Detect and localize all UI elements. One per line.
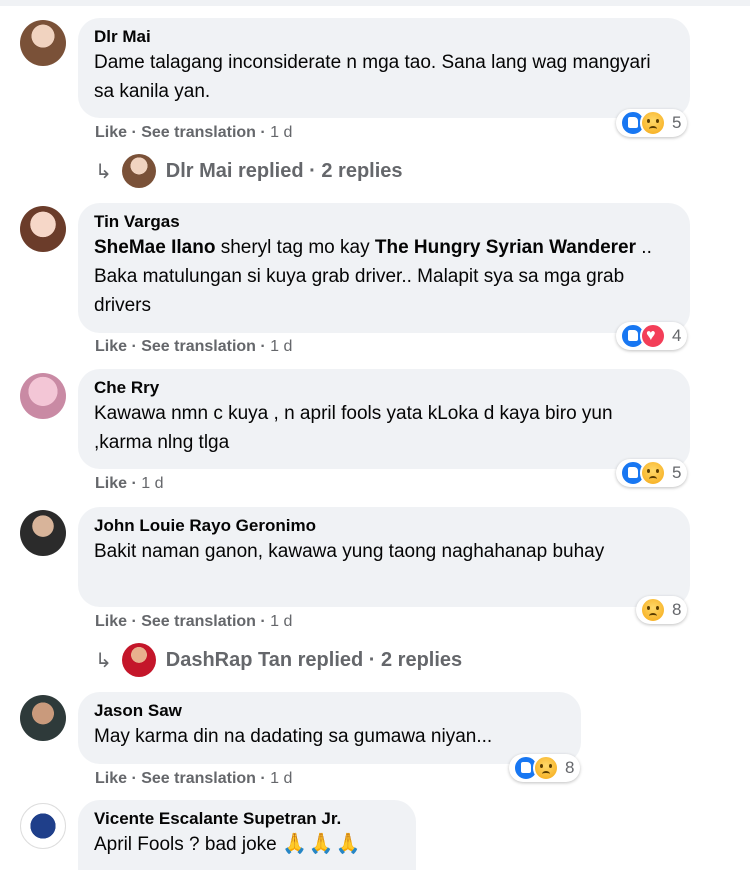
comment-bubble: Che Rry Kawawa nmn c kuya , n april fool… [78, 369, 690, 469]
comment-author[interactable]: Che Rry [94, 377, 674, 399]
comment-author[interactable]: Vicente Escalante Supetran Jr. [94, 808, 400, 830]
comment-author[interactable]: John Louie Rayo Geronimo [94, 515, 674, 537]
like-link[interactable]: Like [95, 613, 127, 630]
praying-hands-emoji: 🙏🙏🙏 [282, 833, 363, 855]
reaction-count: 8 [565, 758, 575, 777]
reply-avatar [121, 643, 156, 677]
like-link[interactable]: Like [95, 338, 127, 355]
avatar[interactable] [20, 206, 66, 252]
comment-bubble: Vicente Escalante Supetran Jr. April Foo… [78, 800, 416, 870]
comment-text: May karma din na dadating sa gumawa niya… [94, 726, 493, 747]
reaction-summary[interactable]: 5 [616, 109, 688, 137]
comment-author[interactable]: Jason Saw [94, 700, 565, 722]
comment-bubble: Dlr Mai Dame talagang inconsiderate n mg… [78, 18, 690, 118]
avatar[interactable] [20, 20, 66, 66]
sad-reaction-icon [640, 110, 666, 136]
sad-reaction-icon [640, 460, 666, 486]
comment-actions: Like · See translation · 1 d [95, 613, 293, 630]
like-link[interactable]: Like [95, 770, 127, 787]
reaction-summary[interactable]: 5 [616, 459, 688, 487]
comment-time[interactable]: 1 d [141, 475, 163, 492]
reaction-count: 4 [672, 326, 682, 345]
reaction-summary[interactable]: 8 [509, 754, 581, 782]
top-divider [0, 0, 750, 6]
avatar[interactable] [20, 510, 66, 556]
view-replies-link[interactable]: ↳ Dlr Mai replied · 2 replies [95, 154, 403, 188]
comment-time[interactable]: 1 d [270, 124, 292, 141]
see-translation-link[interactable]: See translation [141, 124, 256, 141]
sad-reaction-icon [533, 755, 559, 781]
comment-bubble: Jason Saw May karma din na dadating sa g… [78, 692, 581, 764]
avatar[interactable] [20, 373, 66, 419]
reaction-count: 8 [672, 600, 682, 619]
replies-label: DashRap Tan replied · 2 replies [165, 648, 463, 671]
avatar[interactable] [20, 803, 66, 849]
love-reaction-icon [640, 323, 666, 349]
reaction-summary[interactable]: 4 [616, 322, 688, 350]
comment-actions: Like · See translation · 1 d [95, 770, 293, 787]
comment-time[interactable]: 1 d [270, 338, 292, 355]
view-replies-link[interactable]: ↳ DashRap Tan replied · 2 replies [95, 643, 462, 677]
comment-text: Kawawa nmn c kuya , n april fools yata k… [94, 403, 613, 453]
mention-link[interactable]: The Hungry Syrian Wanderer [375, 237, 636, 258]
reply-avatar [121, 154, 156, 188]
comment-actions: Like · 1 d [95, 475, 164, 492]
comment-text: SheMae Ilano sheryl tag mo kay The Hungr… [94, 237, 652, 316]
comment-text: Bakit naman ganon, kawawa yung taong nag… [94, 541, 605, 562]
reply-arrow-icon: ↳ [95, 160, 112, 183]
reaction-count: 5 [672, 463, 682, 482]
like-link[interactable]: Like [95, 124, 127, 141]
see-translation-link[interactable]: See translation [141, 613, 256, 630]
mention-link[interactable]: SheMae Ilano [94, 237, 215, 258]
see-translation-link[interactable]: See translation [141, 338, 256, 355]
comment-actions: Like · See translation · 1 d [95, 338, 293, 355]
comment-text: April Fools ? bad joke 🙏🙏🙏 [94, 830, 400, 859]
like-link[interactable]: Like [95, 475, 127, 492]
comment-bubble: John Louie Rayo Geronimo Bakit naman gan… [78, 507, 690, 607]
comment-time[interactable]: 1 d [270, 613, 292, 630]
comment-author[interactable]: Dlr Mai [94, 26, 674, 48]
reply-arrow-icon: ↳ [95, 649, 112, 672]
reaction-count: 5 [672, 113, 682, 132]
reaction-summary[interactable]: 8 [636, 596, 688, 624]
comment-actions: Like · See translation · 1 d [95, 124, 293, 141]
replies-label: Dlr Mai replied · 2 replies [165, 159, 403, 182]
comment-text: Dame talagang inconsiderate n mga tao. S… [94, 52, 651, 102]
avatar[interactable] [20, 695, 66, 741]
sad-reaction-icon [640, 597, 666, 623]
see-translation-link[interactable]: See translation [141, 770, 256, 787]
comment-author[interactable]: Tin Vargas [94, 211, 674, 233]
comment-time[interactable]: 1 d [270, 770, 292, 787]
comment-bubble: Tin Vargas SheMae Ilano sheryl tag mo ka… [78, 203, 690, 333]
